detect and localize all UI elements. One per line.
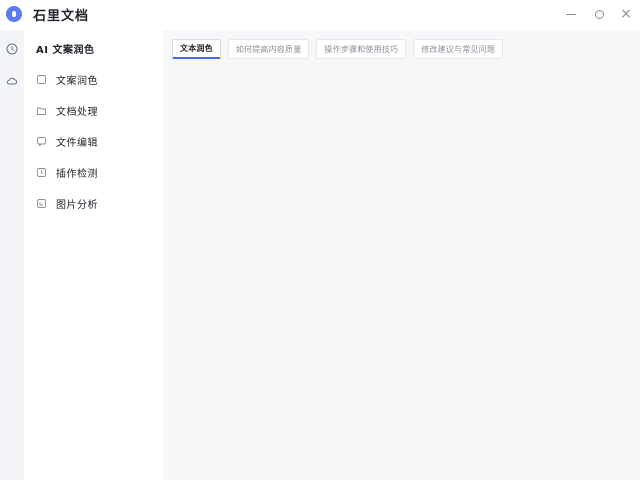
sidebar-item-file-edit[interactable]: 文件编辑: [36, 132, 156, 150]
tab-usage-tips[interactable]: 操作步骤和使用技巧: [316, 39, 407, 59]
tab-bar: 文本润色 如何提高内容质量 操作步骤和使用技巧 修改建议与常见问题: [172, 39, 510, 59]
cloud-icon[interactable]: [6, 75, 18, 87]
sidebar-item-image-analysis[interactable]: 图片分析: [36, 194, 156, 212]
maximize-button[interactable]: [590, 5, 608, 23]
close-icon: ×: [620, 6, 632, 22]
chat-icon: [36, 136, 46, 146]
tab-improve-quality[interactable]: 如何提高内容质量: [227, 39, 310, 59]
title-bar: 石里文档 ×: [0, 0, 640, 30]
app-window: 石里文档 × AI 文案润色 文案润色 文档处理 文件编辑 插作检测 图片分析 …: [0, 0, 640, 480]
tab-text-polish[interactable]: 文本润色: [172, 39, 221, 59]
sidebar-item-label: 文案润色: [56, 75, 98, 87]
sidebar-item-copy-polish[interactable]: 文案润色: [36, 70, 156, 88]
sidebar-header[interactable]: AI 文案润色: [36, 41, 94, 56]
sidebar-item-label: 文档处理: [56, 106, 98, 118]
app-logo-icon: [6, 6, 22, 22]
sidebar-item-check[interactable]: 插作检测: [36, 163, 156, 181]
minimize-button[interactable]: [562, 5, 580, 23]
sidebar-item-label: 插作检测: [56, 168, 98, 180]
sidebar-item-label: 图片分析: [56, 199, 98, 211]
app-title: 石里文档: [33, 9, 90, 24]
close-button[interactable]: ×: [617, 5, 635, 23]
sidebar-item-label: 文件编辑: [56, 137, 98, 149]
square-icon: [36, 74, 46, 84]
sidebar: AI 文案润色 文案润色 文档处理 文件编辑 插作检测 图片分析: [24, 30, 164, 480]
folder-icon: [36, 105, 46, 115]
sidebar-item-doc-processing[interactable]: 文档处理: [36, 101, 156, 119]
history-icon[interactable]: [6, 43, 18, 55]
clock-icon: [36, 167, 46, 177]
image-icon: [36, 198, 46, 208]
minimize-icon: [566, 13, 576, 15]
main-content: 文本润色 如何提高内容质量 操作步骤和使用技巧 修改建议与常见问题: [165, 30, 640, 480]
maximize-icon: [594, 9, 604, 19]
icon-rail: [0, 30, 24, 480]
tab-faq[interactable]: 修改建议与常见问题: [413, 39, 504, 59]
